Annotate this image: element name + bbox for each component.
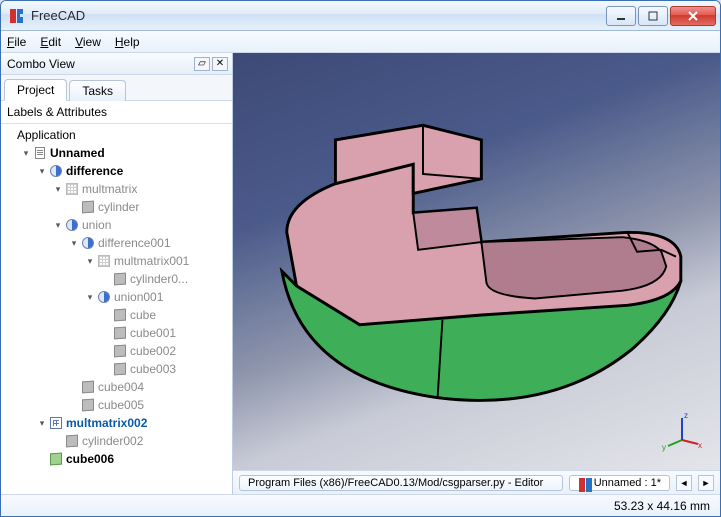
menu-file[interactable]: File	[7, 35, 26, 49]
viewport: x y z Program Files (x86)/FreeCAD0.13/Mo…	[233, 53, 720, 494]
panel-undock-button[interactable]: ▱	[194, 57, 210, 71]
tab-tasks[interactable]: Tasks	[69, 80, 126, 101]
tree-union001[interactable]: union001	[85, 288, 232, 306]
tree-cylinder002[interactable]: cylinder002	[53, 432, 232, 450]
panel-tabs: Project Tasks	[1, 75, 232, 101]
menu-view[interactable]: View	[75, 35, 101, 49]
titlebar[interactable]: FreeCAD	[1, 1, 720, 31]
tab-project[interactable]: Project	[4, 79, 67, 101]
shape-icon	[82, 201, 94, 214]
minimize-button[interactable]	[606, 6, 636, 26]
tree-cube003[interactable]: cube003	[101, 360, 232, 378]
menubar: File Edit View Help	[1, 31, 720, 53]
model-tree[interactable]: Application Unnamed difference m	[1, 124, 232, 494]
tree-multmatrix001[interactable]: multmatrix001	[85, 252, 232, 270]
tree-cube[interactable]: cube	[101, 306, 232, 324]
tree-multmatrix002[interactable]: multmatrix002	[37, 414, 232, 432]
window-title: FreeCAD	[31, 8, 606, 23]
cube-icon	[114, 327, 126, 340]
panel-header[interactable]: Combo View ▱ ✕	[1, 53, 232, 75]
boolean-icon	[98, 291, 110, 303]
cube-icon	[114, 309, 126, 322]
tree-cube004[interactable]: cube004	[69, 378, 232, 396]
panel-title: Combo View	[7, 57, 192, 71]
3d-canvas[interactable]: x y z	[233, 53, 720, 470]
window-buttons	[606, 6, 716, 26]
shape-icon	[114, 273, 126, 286]
tab-nav-prev[interactable]: ◄	[676, 475, 692, 491]
tab-nav-next[interactable]: ►	[698, 475, 714, 491]
axis-gizmo: x y z	[662, 410, 702, 450]
boolean-icon	[82, 237, 94, 249]
tree-difference001[interactable]: difference001	[69, 234, 232, 252]
matrix-icon	[98, 255, 110, 267]
tree-document[interactable]: Unnamed	[21, 144, 232, 162]
boolean-icon	[50, 165, 62, 177]
boat-model	[243, 83, 710, 440]
svg-text:y: y	[662, 443, 666, 452]
matrix-icon	[66, 183, 78, 195]
cube-icon	[114, 345, 126, 358]
svg-text:z: z	[684, 411, 688, 420]
maximize-button[interactable]	[638, 6, 668, 26]
tree-multmatrix[interactable]: multmatrix	[53, 180, 232, 198]
document-icon	[35, 147, 45, 159]
tab-active-document[interactable]: Unnamed : 1*	[569, 475, 670, 491]
tree-application[interactable]: Application	[5, 126, 232, 144]
workspace: Combo View ▱ ✕ Project Tasks Labels & At…	[1, 53, 720, 494]
tree-cylinder[interactable]: cylinder	[69, 198, 232, 216]
menu-help[interactable]: Help	[115, 35, 140, 49]
tab-editor-file[interactable]: Program Files (x86)/FreeCAD0.13/Mod/csgp…	[239, 475, 563, 491]
statusbar: 53.23 x 44.16 mm	[1, 494, 720, 516]
status-dimensions: 53.23 x 44.16 mm	[614, 499, 710, 513]
menu-edit[interactable]: Edit	[40, 35, 61, 49]
app-icon	[9, 8, 25, 24]
tree-section-label: Labels & Attributes	[1, 101, 232, 124]
tree-cylinder0[interactable]: cylinder0...	[101, 270, 232, 288]
app-icon	[578, 477, 590, 489]
tree-cube006[interactable]: cube006	[37, 450, 232, 468]
svg-text:x: x	[698, 441, 702, 450]
matrix-icon	[50, 417, 62, 429]
cube-icon	[50, 453, 62, 466]
tree-cube002[interactable]: cube002	[101, 342, 232, 360]
combo-view-panel: Combo View ▱ ✕ Project Tasks Labels & At…	[1, 53, 233, 494]
document-tabs: Program Files (x86)/FreeCAD0.13/Mod/csgp…	[233, 470, 720, 494]
tree-union[interactable]: union	[53, 216, 232, 234]
tree-cube005[interactable]: cube005	[69, 396, 232, 414]
cube-icon	[82, 381, 94, 394]
main-window: FreeCAD File Edit View Help Combo View ▱…	[0, 0, 721, 517]
panel-close-button[interactable]: ✕	[212, 57, 228, 71]
close-button[interactable]	[670, 6, 716, 26]
tree-cube001[interactable]: cube001	[101, 324, 232, 342]
cube-icon	[82, 399, 94, 412]
boolean-icon	[66, 219, 78, 231]
tree-difference[interactable]: difference	[37, 162, 232, 180]
shape-icon	[66, 435, 78, 448]
cube-icon	[114, 363, 126, 376]
